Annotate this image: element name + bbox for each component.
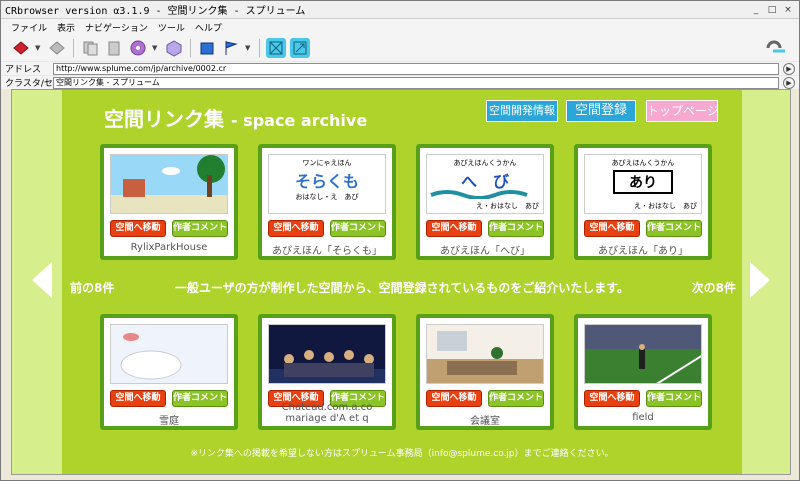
cd-dropdown-icon[interactable]: ▼ (152, 44, 160, 52)
back-dropdown-icon[interactable]: ▼ (35, 44, 43, 52)
archive-card: ワンにゃえほん そらくも おはなし・え あぴ 空間へ移動 作者コメント あぴえほ… (258, 144, 396, 260)
author-comment-button[interactable]: 作者コメント (172, 390, 228, 407)
go-to-space-button[interactable]: 空間へ移動 (110, 220, 166, 237)
footer-note: ※リンク集への掲載を希望しない方はスプリューム事務局（info@splume.c… (190, 449, 614, 459)
grid-icon[interactable] (266, 38, 286, 58)
maximize-button[interactable]: □ (765, 4, 779, 16)
toolbar-divider (73, 39, 74, 57)
cluster-label: クラスタ/セル (5, 79, 62, 89)
card-thumbnail[interactable] (426, 324, 544, 384)
paste-icon[interactable] (104, 38, 124, 58)
archive-card: あぴえほんくうかん あり え・おはなし あぴ 空間へ移動 作者コメント あぴえほ… (574, 144, 712, 260)
author-comment-button[interactable]: 作者コメント (646, 390, 702, 407)
close-button[interactable]: × (781, 4, 795, 16)
menu-view[interactable]: 表示 (57, 21, 75, 34)
archive-card: 空間へ移動 作者コメント 雪庭 (100, 314, 238, 430)
menu-file[interactable]: ファイル (11, 21, 47, 34)
author-comment-button[interactable]: 作者コメント (488, 220, 544, 237)
prev-arrow-icon[interactable] (32, 262, 52, 298)
cube-icon[interactable] (164, 38, 184, 58)
address-go-icon[interactable]: ▶ (783, 62, 795, 75)
toolbar-divider (190, 39, 191, 57)
page-content: 空間リンク集 - space archive 空間開発情報 空間登録 トップペー… (11, 89, 791, 475)
go-to-space-button[interactable]: 空間へ移動 (584, 390, 640, 407)
address-bar: アドレス http://www.splume.com/jp/archive/00… (1, 62, 799, 75)
go-to-space-button[interactable]: 空間へ移動 (426, 390, 482, 407)
copy-icon[interactable] (80, 38, 100, 58)
author-comment-button[interactable]: 作者コメント (488, 390, 544, 407)
window-title: CRbrowser version α3.1.9 - 空間リンク集 - スプリュ… (5, 6, 306, 17)
go-to-space-button[interactable]: 空間へ移動 (110, 390, 166, 407)
archive-card: 空間へ移動 作者コメント 会議室 (416, 314, 554, 430)
archive-card: あぴえほんくうかん へ び え・おはなし あぴ 空間へ移動 作者コメント あぴえ… (416, 144, 554, 260)
address-label: アドレス (5, 65, 42, 75)
title-bar: CRbrowser version α3.1.9 - 空間リンク集 - スプリュ… (1, 1, 799, 19)
minimize-button[interactable]: _ (749, 4, 763, 16)
space-register-button[interactable]: 空間登録 (566, 100, 636, 122)
menu-bar: ファイル 表示 ナビゲーション ツール ヘルプ (1, 19, 799, 35)
card-thumbnail[interactable]: あぴえほんくうかん あり え・おはなし あぴ (584, 154, 702, 214)
author-comment-button[interactable]: 作者コメント (330, 220, 386, 237)
top-page-button[interactable]: トップページ (646, 100, 719, 122)
dev-info-button[interactable]: 空間開発情報 (486, 100, 558, 122)
card-title: field (632, 412, 654, 423)
archive-card: 空間へ移動 作者コメント RylixParkHouse (100, 144, 238, 260)
intro-text: 一般ユーザの方が制作した空間から、空間登録されているものをご紹介いたします。 (174, 281, 630, 295)
transform-icon[interactable] (290, 38, 310, 58)
flag-dropdown-icon[interactable]: ▼ (245, 44, 253, 52)
cluster-go-icon[interactable]: ▶ (783, 76, 795, 89)
card-title: Chateau.com.a.co mariage d'A et q (281, 402, 373, 424)
address-input[interactable]: http://www.splume.com/jp/archive/0002.cr (53, 62, 779, 75)
go-to-space-button[interactable]: 空間へ移動 (268, 220, 324, 237)
page-title: 空間リンク集 - space archive (104, 107, 368, 131)
card-thumbnail[interactable] (268, 324, 386, 384)
crbrowser-logo-icon (765, 39, 787, 57)
archive-card: 空間へ移動 作者コメント Chateau.com.a.co mariage d'… (258, 314, 396, 430)
menu-navigation[interactable]: ナビゲーション (85, 21, 148, 34)
archive-card: 空間へ移動 作者コメント field (574, 314, 712, 430)
go-to-space-button[interactable]: 空間へ移動 (426, 220, 482, 237)
author-comment-button[interactable]: 作者コメント (646, 220, 702, 237)
menu-tools[interactable]: ツール (158, 21, 185, 34)
next-arrow-icon[interactable] (750, 262, 770, 298)
card-title: 会議室 (470, 416, 500, 427)
cluster-input[interactable]: 空間リンク集 - スプリューム (53, 76, 779, 89)
next-page-link[interactable]: 次の8件 (692, 279, 736, 296)
card-title: あぴえほん「あり」 (598, 246, 688, 257)
forward-icon[interactable] (47, 38, 67, 58)
author-comment-button[interactable]: 作者コメント (172, 220, 228, 237)
toolbar-divider (259, 39, 260, 57)
menu-help[interactable]: ヘルプ (195, 21, 222, 34)
card-thumbnail[interactable]: あぴえほんくうかん へ び え・おはなし あぴ (426, 154, 544, 214)
card-title: あぴえほん「へび」 (440, 246, 530, 257)
book-icon[interactable] (197, 38, 217, 58)
browser-window: CRbrowser version α3.1.9 - 空間リンク集 - スプリュ… (0, 0, 800, 481)
card-thumbnail[interactable] (110, 324, 228, 384)
go-to-space-button[interactable]: 空間へ移動 (584, 220, 640, 237)
card-thumbnail[interactable]: ワンにゃえほん そらくも おはなし・え あぴ (268, 154, 386, 214)
card-title: あぴえほん「そらくも」 (272, 246, 382, 257)
card-title: 雪庭 (159, 416, 179, 427)
card-thumbnail[interactable] (584, 324, 702, 384)
cd-icon[interactable] (128, 38, 148, 58)
card-title: RylixParkHouse (130, 242, 208, 253)
archive-panel: 空間リンク集 - space archive 空間開発情報 空間登録 トップペー… (62, 90, 742, 474)
flag-icon[interactable] (221, 38, 241, 58)
cluster-bar: クラスタ/セル 空間リンク集 - スプリューム ▶ (1, 76, 799, 89)
toolbar: ▼ ▼ ▼ (1, 35, 799, 61)
card-thumbnail[interactable] (110, 154, 228, 214)
back-icon[interactable] (11, 38, 31, 58)
